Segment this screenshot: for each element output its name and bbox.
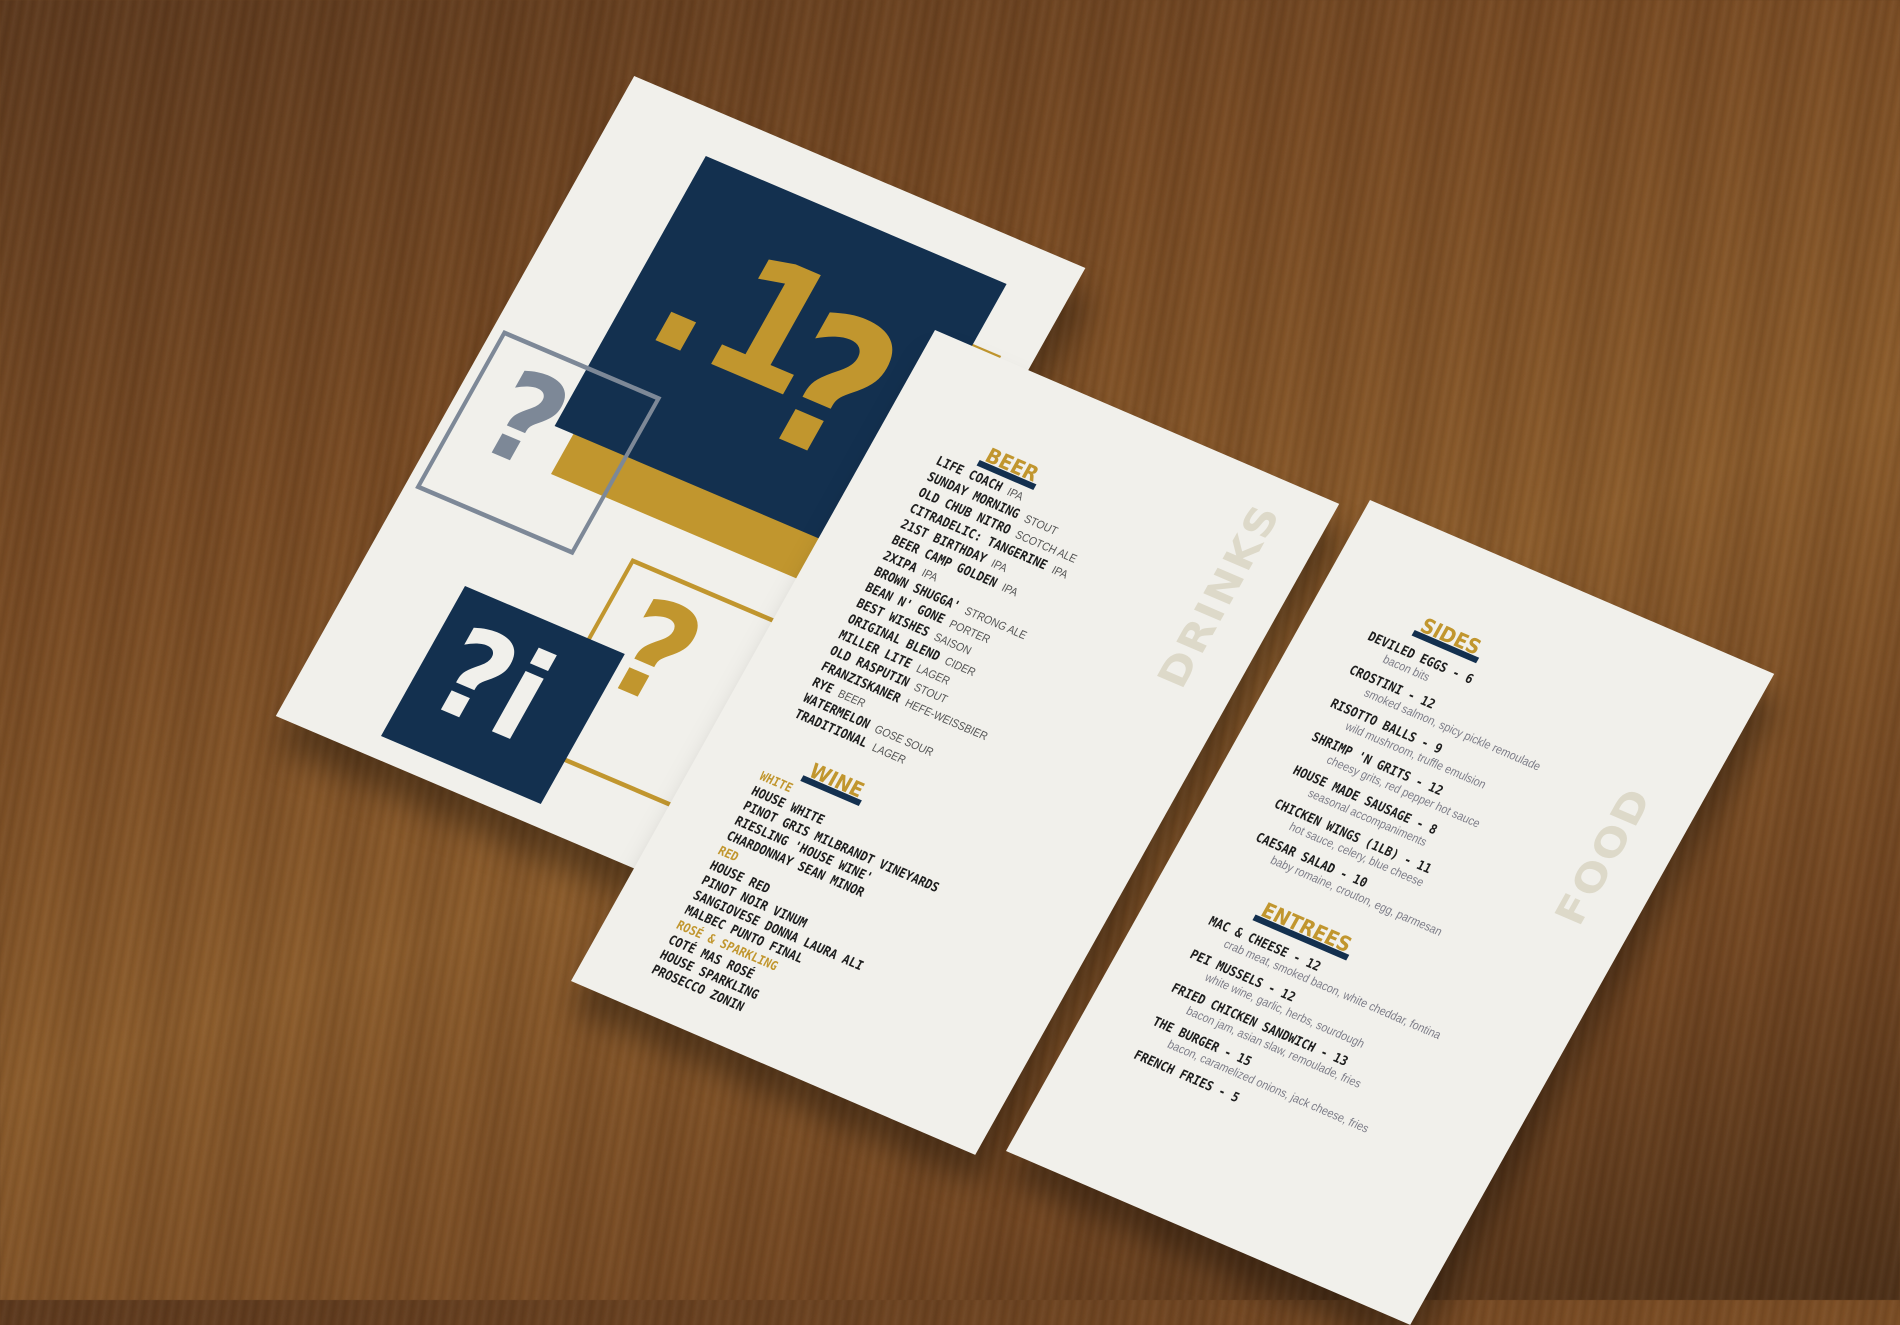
beer-style: IPA bbox=[999, 581, 1020, 600]
logo-glyph-white: ?i bbox=[408, 600, 576, 769]
entrees-list: MAC & CHEESE - 12 crab meat, smoked bacon… bbox=[1131, 913, 1507, 1188]
beer-style: IPA bbox=[1049, 564, 1070, 582]
